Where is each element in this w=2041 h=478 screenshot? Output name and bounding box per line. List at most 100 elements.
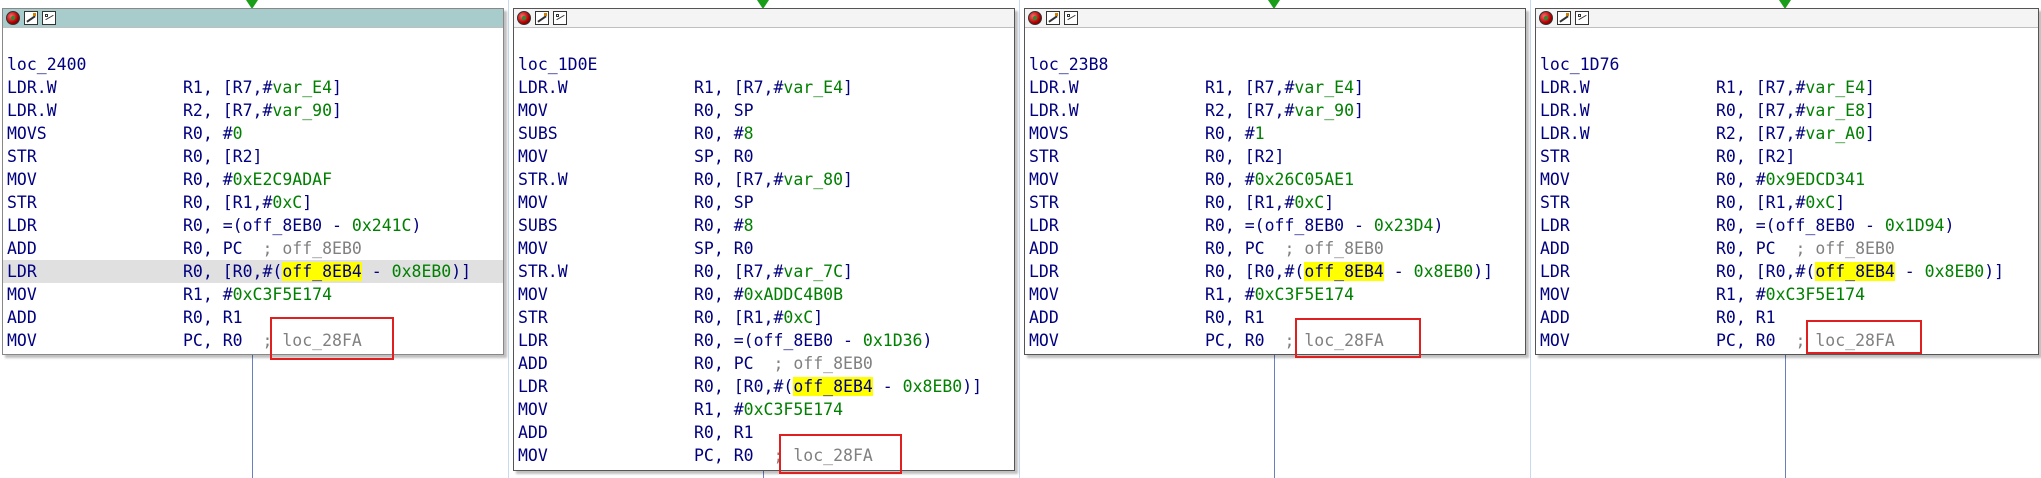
stack-variable[interactable]: var_90 [272, 101, 332, 120]
highlighted-symbol[interactable]: off_8EB4 [1815, 262, 1895, 281]
color-picker-icon[interactable] [1539, 11, 1553, 25]
operand: R0, R1 [1205, 308, 1265, 327]
instruction-line[interactable]: STR R0, [R1,#0xC] [1029, 191, 1525, 214]
instruction-line[interactable]: MOV PC, R0 ; loc_28FA [7, 329, 503, 352]
instruction-line[interactable]: LDR.W R1, [R7,#var_E4] [1029, 76, 1525, 99]
stack-variable[interactable]: var_E4 [1805, 78, 1865, 97]
block-body: loc_1D76 LDR.W R1, [R7,#var_E4] LDR.W R0, [R… [1536, 28, 2038, 352]
operand: PC, R0 [1205, 331, 1285, 350]
instruction-line[interactable]: MOV PC, R0 ; loc_28FA [1540, 329, 2038, 352]
graph-view-icon[interactable] [553, 11, 567, 25]
rename-icon[interactable] [24, 11, 38, 25]
instruction-line[interactable]: MOVS R0, #1 [1029, 122, 1525, 145]
instruction-line[interactable]: LDR.W R1, [R7,#var_E4] [518, 76, 1014, 99]
instruction-line[interactable]: LDR R0, =(off_8EB0 - 0x23D4) [1029, 214, 1525, 237]
instruction-line[interactable]: ADD R0, R1 [1029, 306, 1525, 329]
highlighted-symbol[interactable]: off_8EB4 [1304, 262, 1384, 281]
rename-icon[interactable] [535, 11, 549, 25]
instruction-line[interactable]: MOVS R0, #0 [7, 122, 503, 145]
rename-icon[interactable] [1557, 11, 1571, 25]
operand: ] [332, 78, 342, 97]
code-block-loc-1d0e[interactable]: loc_1D0E LDR.W R1, [R7,#var_E4] MOV R0, SP SU… [513, 8, 1015, 471]
graph-view-icon[interactable] [42, 11, 56, 25]
rename-icon[interactable] [1046, 11, 1060, 25]
instruction-line[interactable]: SUBS R0, #8 [518, 214, 1014, 237]
instruction-line[interactable]: LDR.W R0, [R7,#var_E8] [1540, 99, 2038, 122]
mnemonic: LDR [7, 262, 37, 281]
code-block-loc-1d76[interactable]: loc_1D76 LDR.W R1, [R7,#var_E4] LDR.W R0, [R… [1535, 8, 2039, 355]
color-picker-icon[interactable] [1028, 11, 1042, 25]
highlighted-symbol[interactable]: off_8EB4 [793, 377, 873, 396]
instruction-line[interactable]: ADD R0, R1 [7, 306, 503, 329]
operand: R0, [R0,#( [694, 377, 794, 396]
graph-view-icon[interactable] [1575, 11, 1589, 25]
stack-variable[interactable]: var_80 [783, 170, 843, 189]
instruction-line[interactable]: MOV R1, #0xC3F5E174 [1540, 283, 2038, 306]
operand: ) [1944, 216, 1955, 235]
stack-variable[interactable]: var_90 [1294, 101, 1354, 120]
block-label[interactable]: loc_23B8 [1029, 53, 1525, 76]
code-block-loc-2400[interactable]: loc_2400 LDR.W R1, [R7,#var_E4] LDR.W R2, [R… [2, 8, 504, 355]
instruction-line[interactable]: STR R0, [R1,#0xC] [518, 306, 1014, 329]
highlighted-symbol[interactable]: off_8EB4 [282, 262, 362, 281]
block-label[interactable]: loc_2400 [7, 53, 503, 76]
instruction-line[interactable]: LDR.W R2, [R7,#var_90] [1029, 99, 1525, 122]
instruction-line[interactable]: LDR R0, [R0,#(off_8EB4 - 0x8EB0)] [3, 260, 503, 283]
instruction-line[interactable]: LDR.W R2, [R7,#var_90] [7, 99, 503, 122]
stack-variable[interactable]: var_7C [783, 262, 843, 281]
instruction-line[interactable]: MOV R1, #0xC3F5E174 [518, 398, 1014, 421]
instruction-line[interactable]: MOV R0, SP [518, 99, 1014, 122]
graph-view-icon[interactable] [1064, 11, 1078, 25]
instruction-line[interactable]: MOV SP, R0 [518, 237, 1014, 260]
instruction-line[interactable]: STR R0, [R2] [1540, 145, 2038, 168]
instruction-line[interactable]: STR R0, [R2] [7, 145, 503, 168]
block-titlebar[interactable] [1536, 9, 2038, 28]
instruction-line[interactable]: LDR.W R1, [R7,#var_E4] [7, 76, 503, 99]
immediate-value: 0x8EB0 [1924, 262, 1985, 281]
instruction-line[interactable]: MOV SP, R0 [518, 145, 1014, 168]
instruction-line[interactable]: LDR.W R2, [R7,#var_A0] [1540, 122, 2038, 145]
instruction-line[interactable]: MOV R0, #0x26C05AE1 [1029, 168, 1525, 191]
instruction-line[interactable]: MOV PC, R0 ; loc_28FA [518, 444, 1014, 467]
instruction-line[interactable]: ADD R0, R1 [1540, 306, 2038, 329]
instruction-line[interactable]: SUBS R0, #8 [518, 122, 1014, 145]
instruction-line[interactable]: LDR R0, =(off_8EB0 - 0x1D94) [1540, 214, 2038, 237]
instruction-line[interactable]: LDR R0, =(off_8EB0 - 0x1D36) [518, 329, 1014, 352]
block-titlebar[interactable] [1025, 9, 1525, 28]
instruction-line[interactable]: STR R0, [R1,#0xC] [1540, 191, 2038, 214]
instruction-line[interactable]: MOV R0, #0x9EDCD341 [1540, 168, 2038, 191]
instruction-line[interactable]: ADD R0, PC ; off_8EB0 [518, 352, 1014, 375]
stack-variable[interactable]: var_E8 [1805, 101, 1865, 120]
instruction-line[interactable]: LDR R0, [R0,#(off_8EB4 - 0x8EB0)] [1540, 260, 2038, 283]
instruction-line[interactable]: STR R0, [R1,#0xC] [7, 191, 503, 214]
block-label[interactable]: loc_1D0E [518, 53, 1014, 76]
instruction-line[interactable]: ADD R0, PC ; off_8EB0 [7, 237, 503, 260]
instruction-line[interactable]: STR.W R0, [R7,#var_7C] [518, 260, 1014, 283]
instruction-line[interactable]: MOV R0, #0xE2C9ADAF [7, 168, 503, 191]
instruction-line[interactable]: STR R0, [R2] [1029, 145, 1525, 168]
stack-variable[interactable]: var_E4 [783, 78, 843, 97]
instruction-line[interactable]: ADD R0, PC ; off_8EB0 [1540, 237, 2038, 260]
code-block-loc-23b8[interactable]: loc_23B8 LDR.W R1, [R7,#var_E4] LDR.W R2, [R… [1024, 8, 1526, 355]
stack-variable[interactable]: var_E4 [1294, 78, 1354, 97]
instruction-line[interactable]: MOV R0, #0xADDC4B0B [518, 283, 1014, 306]
color-picker-icon[interactable] [517, 11, 531, 25]
block-label[interactable]: loc_1D76 [1540, 53, 2038, 76]
mnemonic: ADD [1540, 239, 1570, 258]
instruction-line[interactable]: MOV R1, #0xC3F5E174 [7, 283, 503, 306]
block-titlebar[interactable] [514, 9, 1014, 28]
block-titlebar[interactable] [3, 9, 503, 28]
instruction-line[interactable]: ADD R0, PC ; off_8EB0 [1029, 237, 1525, 260]
instruction-line[interactable]: STR.W R0, [R7,#var_80] [518, 168, 1014, 191]
stack-variable[interactable]: var_A0 [1805, 124, 1865, 143]
instruction-line[interactable]: LDR R0, =(off_8EB0 - 0x241C) [7, 214, 503, 237]
instruction-line[interactable]: LDR R0, [R0,#(off_8EB4 - 0x8EB0)] [1029, 260, 1525, 283]
color-picker-icon[interactable] [6, 11, 20, 25]
instruction-line[interactable]: MOV PC, R0 ; loc_28FA [1029, 329, 1525, 352]
instruction-line[interactable]: LDR R0, [R0,#(off_8EB4 - 0x8EB0)] [518, 375, 1014, 398]
instruction-line[interactable]: MOV R1, #0xC3F5E174 [1029, 283, 1525, 306]
instruction-line[interactable]: ADD R0, R1 [518, 421, 1014, 444]
instruction-line[interactable]: MOV R0, SP [518, 191, 1014, 214]
instruction-line[interactable]: LDR.W R1, [R7,#var_E4] [1540, 76, 2038, 99]
stack-variable[interactable]: var_E4 [272, 78, 332, 97]
